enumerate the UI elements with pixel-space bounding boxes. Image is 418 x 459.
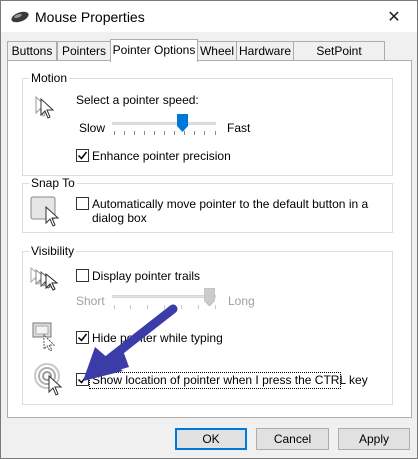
mouse-icon bbox=[11, 11, 29, 23]
trails-slider-thumb bbox=[204, 288, 215, 306]
close-button[interactable]: ✕ bbox=[371, 1, 417, 32]
pointer-trails-label[interactable]: Display pointer trails bbox=[92, 269, 200, 283]
snap-to-label-line2[interactable]: dialog box bbox=[92, 211, 147, 225]
tab-pointer-options[interactable]: Pointer Options bbox=[110, 39, 198, 62]
window-title: Mouse Properties bbox=[35, 9, 145, 25]
pointer-trails-checkbox[interactable] bbox=[76, 269, 89, 282]
pointer-options-panel: Motion Select a pointer speed: Slow Fast… bbox=[7, 60, 412, 418]
ok-button[interactable]: OK bbox=[175, 428, 247, 450]
tab-buttons[interactable]: Buttons bbox=[7, 41, 57, 60]
pointer-speed-icon bbox=[35, 95, 55, 119]
annotation-arrow-icon bbox=[83, 304, 178, 381]
close-icon: ✕ bbox=[387, 8, 401, 26]
fast-label: Fast bbox=[227, 121, 251, 135]
pointer-location-icon bbox=[34, 363, 63, 396]
tab-setpoint-settings[interactable]: SetPoint Settings bbox=[293, 41, 385, 77]
snap-to-icon bbox=[30, 196, 60, 227]
snap-to-label-line1[interactable]: Automatically move pointer to the defaul… bbox=[92, 197, 368, 211]
long-label: Long bbox=[228, 294, 255, 308]
pointer-speed-ticks bbox=[114, 131, 216, 135]
hide-pointer-icon bbox=[32, 322, 56, 351]
pointer-trails-icon bbox=[30, 266, 59, 291]
checkmark-icon bbox=[77, 151, 88, 160]
cancel-button[interactable]: Cancel bbox=[256, 428, 329, 450]
apply-button[interactable]: Apply bbox=[338, 428, 410, 450]
snap-to-checkbox[interactable] bbox=[76, 197, 89, 210]
pointer-speed-slider-track[interactable] bbox=[112, 122, 216, 125]
tab-wheel[interactable]: Wheel bbox=[197, 41, 237, 60]
slow-label: Slow bbox=[79, 121, 106, 135]
title-bar: Mouse Properties ✕ bbox=[1, 1, 417, 32]
enhance-precision-checkbox[interactable] bbox=[76, 149, 89, 162]
tab-hardware[interactable]: Hardware bbox=[236, 41, 294, 60]
visibility-group-label: Visibility bbox=[29, 244, 77, 258]
trails-slider-track bbox=[112, 295, 216, 298]
enhance-precision-label[interactable]: Enhance pointer precision bbox=[92, 149, 231, 163]
mouse-properties-window: Mouse Properties ✕ Buttons Pointers Poin… bbox=[0, 0, 418, 459]
tab-pointers[interactable]: Pointers bbox=[57, 41, 111, 60]
motion-group-label: Motion bbox=[29, 71, 70, 85]
snap-to-group-label: Snap To bbox=[29, 176, 77, 190]
pointer-speed-label: Select a pointer speed: bbox=[76, 93, 199, 107]
pointer-speed-slider-thumb[interactable] bbox=[177, 114, 188, 132]
tab-strip: Buttons Pointers Pointer Options Wheel H… bbox=[7, 39, 413, 77]
